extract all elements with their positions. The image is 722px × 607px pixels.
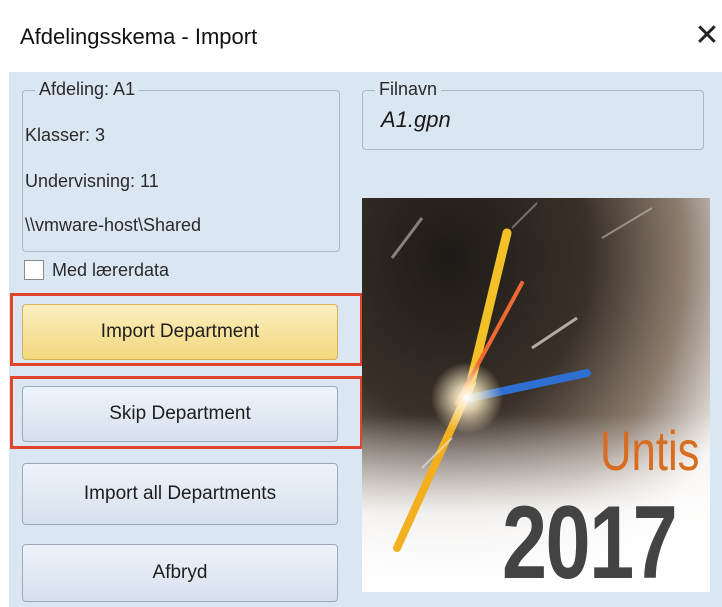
share-path: \\vmware-host\Shared [25, 215, 202, 235]
teacher-data-label: Med lærerdata [52, 260, 170, 280]
close-icon[interactable]: ✕ [693, 18, 721, 54]
filename-legend: Filnavn [375, 79, 442, 100]
teacher-data-checkbox[interactable] [24, 260, 44, 280]
untis-brand-text: Untis [600, 419, 700, 482]
window-title: Afdelingsskema - Import [20, 24, 258, 49]
import-all-departments-button[interactable]: Import all Departments [22, 463, 338, 525]
version-year-text: 2017 [502, 485, 678, 601]
lessons-count: Undervisning: 11 [25, 171, 159, 191]
import-department-button[interactable]: Import Department [22, 304, 338, 360]
skip-department-button[interactable]: Skip Department [22, 386, 338, 442]
classes-count: Klasser: 3 [25, 125, 106, 145]
department-legend: Afdeling: A1 [35, 79, 140, 100]
department-group: Afdeling: A1 Klasser: 3 Undervisning: 11… [22, 79, 340, 252]
cancel-button[interactable]: Afbryd [22, 544, 338, 602]
title-bar: Afdelingsskema - Import ✕ [0, 0, 722, 72]
filename-group: Filnavn A1.gpn [362, 79, 704, 150]
filename-value: A1.gpn [381, 107, 451, 132]
